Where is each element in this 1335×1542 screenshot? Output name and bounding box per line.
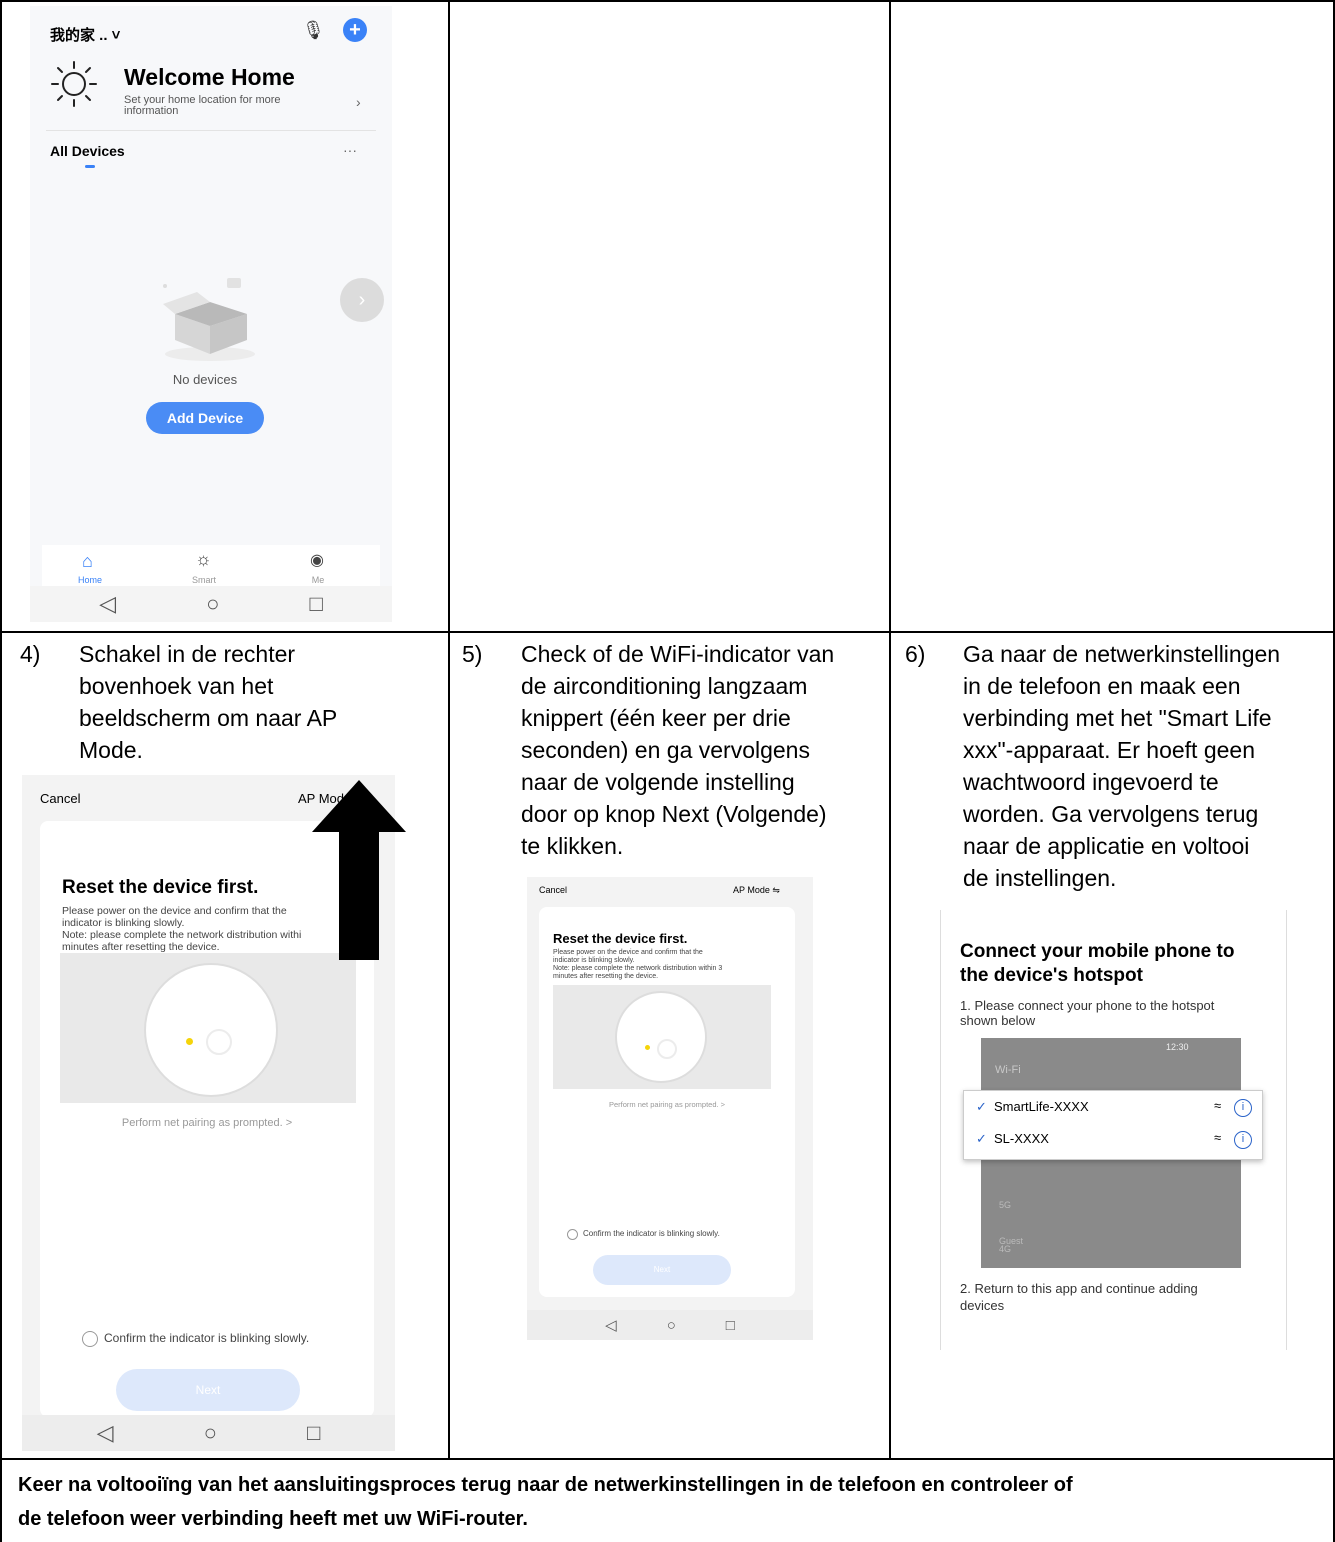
android-nav-bar: ◁ ○ □ <box>527 1310 813 1340</box>
wifi-signal-icon: ≈ <box>1214 1130 1222 1145</box>
tab-indicator <box>85 165 95 168</box>
welcome-subtitle-2: information <box>124 105 179 117</box>
grid-line-row1 <box>0 631 1335 633</box>
device-circle <box>615 991 707 1083</box>
me-icon[interactable]: ◉ <box>310 550 324 570</box>
smart-sun-icon[interactable]: ☼ <box>195 549 212 570</box>
reset-title: Reset the device first. <box>62 877 259 898</box>
grid-line-col2 <box>889 0 891 1459</box>
indicator-dot <box>645 1045 650 1050</box>
add-icon[interactable]: + <box>343 18 367 42</box>
cancel-button[interactable]: Cancel <box>40 791 80 806</box>
confirm-label[interactable]: Confirm the indicator is blinking slowly… <box>104 1331 309 1345</box>
empty-box-icon <box>155 274 265 364</box>
ap-mode-toggle[interactable]: AP Mode ⇋ <box>733 885 780 896</box>
next-button[interactable]: Next <box>116 1369 300 1411</box>
step5-number: 5) <box>462 641 483 667</box>
tab-home-label[interactable]: Home <box>68 575 112 585</box>
back-icon[interactable]: ◁ <box>605 1316 617 1334</box>
device-circle <box>144 963 278 1097</box>
tab-smart-label[interactable]: Smart <box>182 575 226 585</box>
more-icon[interactable]: ··· <box>343 142 357 158</box>
status-time: 12:30 <box>1166 1042 1189 1052</box>
pairing-link[interactable]: Perform net pairing as prompted. > <box>539 1100 795 1109</box>
hotspot-screenshot: Connect your mobile phone to the device'… <box>940 910 1287 1350</box>
power-icon <box>206 1029 232 1055</box>
wifi-selected-list: ✓ SmartLife-XXXX ≈ i ✓ SL-XXXX ≈ i <box>963 1090 1263 1160</box>
reset-screenshot-small: Cancel AP Mode ⇋ Reset the device first.… <box>527 877 813 1340</box>
android-nav-bar: ◁ ○ □ <box>22 1415 395 1451</box>
home-selector[interactable]: 我的家 .. ˅ <box>50 24 120 45</box>
arrow-up-icon <box>312 780 406 960</box>
home-circle-icon[interactable]: ○ <box>206 591 219 617</box>
bottom-tab-bar: ⌂ Home ☼ Smart ◉ Me <box>42 545 380 587</box>
wifi-header: Wi-Fi <box>995 1064 1021 1076</box>
confirm-radio[interactable] <box>567 1229 578 1240</box>
tab-all-devices[interactable]: All Devices <box>50 143 125 159</box>
mic-icon[interactable]: 🎙 <box>302 20 325 41</box>
chevron-right-icon[interactable]: › <box>356 94 361 110</box>
home-icon[interactable]: ⌂ <box>82 551 93 572</box>
network-4g-label[interactable]: 4G <box>999 1244 1011 1254</box>
info-icon: i <box>1234 1099 1252 1117</box>
device-illustration <box>553 985 771 1089</box>
hotspot-step1: 1. Please connect your phone to the hots… <box>960 998 1215 1028</box>
hotspot-step2: 2. Return to this app and continue addin… <box>960 1281 1198 1313</box>
step5-text: Check of de WiFi-indicator van de aircond… <box>521 641 835 859</box>
reset-description: Please power on the device and confirm t… <box>62 905 302 953</box>
no-devices-label: No devices <box>172 372 238 387</box>
reset-card: Reset the device first. Please power on … <box>539 907 795 1297</box>
tab-me-label[interactable]: Me <box>296 575 340 585</box>
arrow-circle-icon: › <box>340 278 384 322</box>
step4-text: Schakel in de rechter bovenhoek van het b… <box>79 641 338 763</box>
welcome-title: Welcome Home <box>124 64 295 90</box>
footer-note: Keer na voltooiïng van het aansluitingsp… <box>18 1474 1073 1530</box>
reset-description: Please power on the device and confirm t… <box>553 949 723 980</box>
confirm-label[interactable]: Confirm the indicator is blinking slowly… <box>583 1229 720 1238</box>
info-icon: i <box>1234 1131 1252 1149</box>
home-circle-icon[interactable]: ○ <box>204 1420 217 1446</box>
grid-line-top <box>0 0 1335 2</box>
step6-number: 6) <box>905 641 926 667</box>
home-circle-icon[interactable]: ○ <box>667 1317 676 1334</box>
recents-icon[interactable]: □ <box>309 591 322 617</box>
power-icon <box>657 1039 677 1059</box>
back-icon[interactable]: ◁ <box>97 1420 114 1446</box>
add-device-button[interactable]: Add Device <box>146 402 264 434</box>
back-icon[interactable]: ◁ <box>99 591 116 617</box>
cancel-button[interactable]: Cancel <box>539 885 567 895</box>
home-screenshot: 我的家 .. ˅ 🎙 + Welcome Home Set your home … <box>30 6 392 622</box>
hotspot-title: Connect your mobile phone to the device'… <box>960 941 1235 986</box>
step4-number: 4) <box>20 641 41 667</box>
network-5g[interactable]: 5G <box>999 1200 1011 1210</box>
recents-icon[interactable]: □ <box>307 1420 320 1446</box>
sun-icon <box>46 56 102 112</box>
wifi-signal-icon: ≈ <box>1214 1098 1222 1113</box>
device-illustration <box>60 953 356 1103</box>
grid-line-col1 <box>448 0 450 1459</box>
indicator-dot <box>186 1038 193 1045</box>
next-button[interactable]: Next <box>593 1255 731 1285</box>
step6-text: Ga naar de netwerkinstellingen in de tele… <box>963 641 1281 891</box>
reset-title: Reset the device first. <box>553 931 688 946</box>
pairing-link[interactable]: Perform net pairing as prompted. > <box>40 1117 374 1129</box>
recents-icon[interactable]: □ <box>726 1317 735 1334</box>
android-nav-bar: ◁ ○ □ <box>30 586 392 622</box>
confirm-radio[interactable] <box>82 1331 98 1347</box>
divider <box>46 130 376 131</box>
grid-line-row2 <box>0 1458 1335 1460</box>
grid-line-left <box>0 0 2 1542</box>
